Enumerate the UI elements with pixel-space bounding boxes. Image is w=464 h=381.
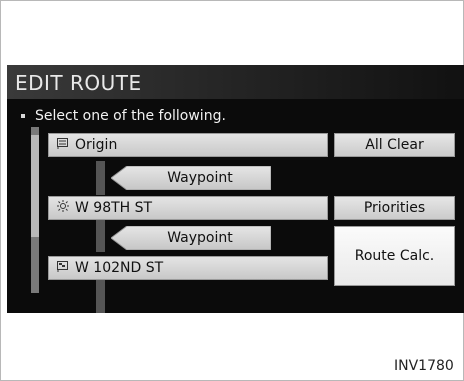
route-connector: [96, 161, 105, 195]
navigation-screen: EDIT ROUTE Select one of the following. …: [7, 65, 464, 313]
waypoint-button-2[interactable]: Waypoint: [111, 226, 271, 250]
route-stop-row-2[interactable]: W 102ND ST: [48, 256, 328, 280]
priorities-button[interactable]: Priorities: [334, 196, 455, 220]
waypoint-label: Waypoint: [167, 230, 233, 246]
route-origin-row[interactable]: Origin: [48, 133, 328, 157]
page-title: EDIT ROUTE: [15, 71, 142, 95]
route-stop-label: W 102ND ST: [75, 260, 164, 276]
figure-caption: INV1780: [394, 358, 454, 374]
route-calc-button[interactable]: Route Calc.: [334, 226, 455, 286]
route-stop-label: W 98TH ST: [75, 200, 153, 216]
route-connector: [96, 276, 105, 313]
route-connector: [96, 219, 105, 252]
scrollbar-thumb[interactable]: [31, 135, 39, 237]
instruction-label: Select one of the following.: [35, 108, 226, 124]
figure-frame: EDIT ROUTE Select one of the following. …: [0, 0, 464, 381]
title-bar: EDIT ROUTE: [7, 65, 464, 99]
route-origin-label: Origin: [75, 137, 118, 153]
waypoint-button-1[interactable]: Waypoint: [111, 166, 271, 190]
waypoint-label: Waypoint: [167, 170, 233, 186]
flag-icon: [57, 134, 69, 156]
route-stop-row-1[interactable]: W 98TH ST: [48, 196, 328, 220]
bullet-icon: [21, 114, 25, 118]
instruction-text: Select one of the following.: [21, 108, 226, 124]
destination-flag-icon: [57, 257, 69, 279]
sun-icon: [57, 197, 69, 219]
all-clear-button[interactable]: All Clear: [334, 133, 455, 157]
